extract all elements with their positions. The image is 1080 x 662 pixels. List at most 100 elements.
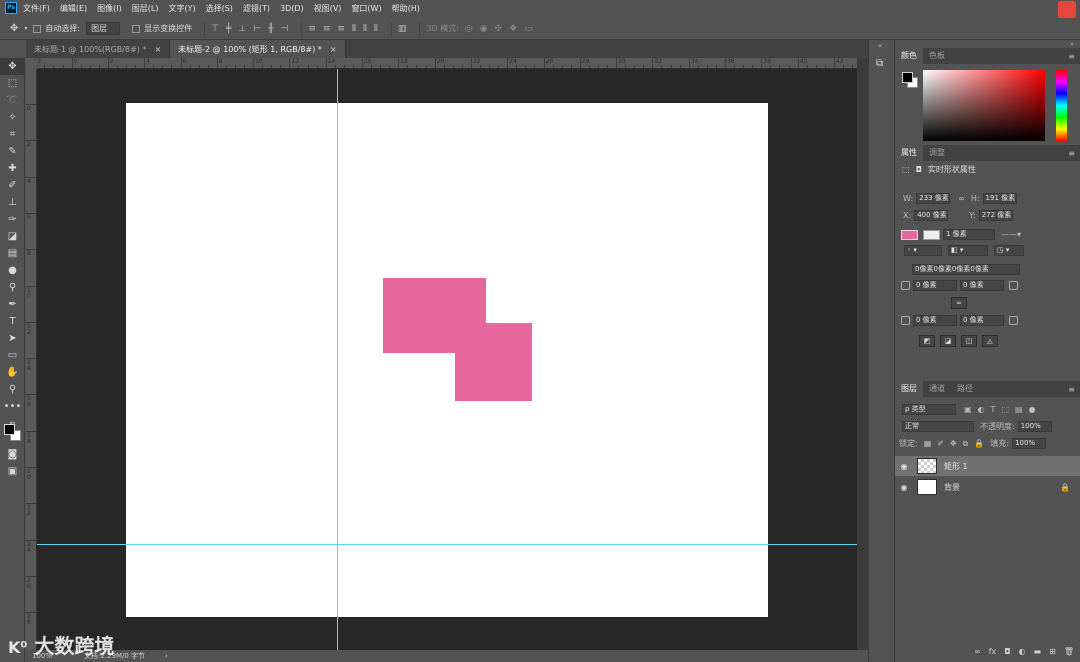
eyedropper-tool-icon[interactable]: ✎ [0,143,25,160]
new-layer-icon[interactable]: ⊞ [1049,647,1056,656]
panel-menu-icon[interactable]: ≡ [1068,52,1075,61]
height-field[interactable]: 191 像素 [982,193,1017,204]
transform-icon[interactable]: ⬚ [902,165,910,174]
more-tools-icon[interactable]: ••• [0,398,25,415]
stroke-corner-dropdown[interactable]: ◳ ▾ [994,245,1024,256]
combine-shapes-icon[interactable]: ◩ [919,335,935,347]
healing-brush-tool-icon[interactable]: ✚ [0,160,25,177]
scale-3d-icon[interactable]: ▭ [524,24,533,34]
auto-align-icon[interactable]: ▥ [398,24,407,34]
roll-3d-icon[interactable]: ◉ [480,24,488,34]
layer-item[interactable]: ◉ 背景 🔒 [895,477,1080,497]
tab-document-2[interactable]: 未标题-2 @ 100% (矩形 1, RGB/8#) * × [170,40,346,58]
horizontal-guide[interactable] [37,544,857,545]
mask-icon[interactable]: ◘ [916,165,922,174]
corner-bottom-right-field[interactable]: 0 像素 [960,315,1004,326]
vertical-scrollbar[interactable] [857,58,868,650]
y-field[interactable]: 272 像素 [978,210,1013,221]
filter-smart-object-icon[interactable]: ▤ [1015,405,1023,414]
dodge-tool-icon[interactable]: ⚲ [0,279,25,296]
menu-edit[interactable]: 编辑(E) [60,3,87,14]
eraser-tool-icon[interactable]: ◪ [0,228,25,245]
ruler-horizontal[interactable]: 2 0 2 4 6 8 10 12 14 16 18 20 22 24 26 28 30 32 34 36 38 40 42 [37,58,857,69]
delete-layer-icon[interactable]: 🗑 [1064,647,1074,656]
menu-view[interactable]: 视图(V) [314,3,342,14]
pen-tool-icon[interactable]: ✒ [0,296,25,313]
foreground-color-swatch[interactable] [4,424,15,435]
magic-wand-tool-icon[interactable]: ✧ [0,109,25,126]
pan-3d-icon[interactable]: ✣ [495,24,503,34]
distribute-vcenter-icon[interactable]: ≡ [323,24,331,34]
menu-window[interactable]: 窗口(W) [351,3,381,14]
opacity-field[interactable]: 100% [1017,421,1052,432]
lock-position-icon[interactable]: ✥ [950,439,957,448]
subtract-shapes-icon[interactable]: ◪ [940,335,956,347]
x-field[interactable]: 400 像素 [914,210,949,221]
orbit-3d-icon[interactable]: ◎ [465,24,473,34]
visibility-eye-icon[interactable]: ◉ [895,462,913,471]
distribute-hcenter-icon[interactable]: ⦀ [363,24,367,34]
pasteboard[interactable] [37,69,857,650]
chevron-down-icon[interactable]: ▾ [24,25,27,32]
foreground-color-swatch[interactable] [902,72,913,83]
tab-channels[interactable]: 通道 [923,381,951,397]
tab-swatches[interactable]: 色板 [923,48,951,64]
distribute-left-icon[interactable]: ⦀ [352,24,356,34]
rectangle-tool-icon[interactable]: ▭ [0,347,25,364]
move-tool-icon[interactable]: ✥ [10,23,18,34]
distribute-bottom-icon[interactable]: ≡ [337,24,345,34]
fill-field[interactable]: 100% [1012,438,1047,449]
zoom-tool-icon[interactable]: ⚲ [0,381,25,398]
link-icon[interactable]: ∞ [958,194,965,203]
exclude-shapes-icon[interactable]: ◬ [982,335,998,347]
stroke-align-dropdown[interactable]: ◦ ▾ [904,245,942,256]
layer-item[interactable]: ◉ 矩形 1 [895,456,1080,476]
align-vcenter-icon[interactable]: ╪ [226,24,231,34]
move-tool-icon[interactable]: ✥ [0,58,25,75]
history-panel-icon[interactable]: ⧉ [876,58,883,69]
marquee-tool-icon[interactable]: ⬚ [0,75,25,92]
layer-filter-dropdown[interactable]: ρ 类型 [902,404,956,415]
corner-top-left-field[interactable]: 0 像素 [913,280,957,291]
show-transform-checkbox[interactable] [132,24,141,33]
stroke-width-field[interactable]: 1 像素 [943,229,995,240]
vertical-guide[interactable] [337,69,338,650]
filter-type-icon[interactable]: T [991,405,996,414]
lock-artboard-icon[interactable]: ⧉ [963,439,969,449]
visibility-eye-icon[interactable]: ◉ [895,483,913,492]
filter-toggle-icon[interactable]: ● [1029,405,1036,414]
align-right-icon[interactable]: ⊣ [280,24,288,34]
intersect-shapes-icon[interactable]: ◫ [961,335,977,347]
auto-select-dropdown[interactable]: 图层 [86,22,121,35]
fill-color-swatch[interactable] [901,229,918,240]
distribute-right-icon[interactable]: ⦀ [374,24,378,34]
corner-top-right-field[interactable]: 0 像素 [960,280,1004,291]
align-left-icon[interactable]: ⊢ [253,24,261,34]
width-field[interactable]: 233 像素 [916,193,951,204]
corner-radius-all-field[interactable]: 0像素0像素0像素0像素 [912,264,1020,275]
adjustment-layer-icon[interactable]: ◐ [1019,647,1026,656]
link-layers-icon[interactable]: ∞ [974,647,981,656]
close-icon[interactable]: × [330,45,337,54]
stroke-color-swatch[interactable] [923,229,940,240]
path-selection-tool-icon[interactable]: ➤ [0,330,25,347]
quick-mask-icon[interactable]: ◙ [0,446,25,463]
type-tool-icon[interactable]: T [0,313,25,330]
filter-shape-icon[interactable]: ⬚ [1001,405,1009,414]
tab-paths[interactable]: 路径 [951,381,979,397]
menu-layer[interactable]: 图层(L) [132,3,159,14]
tab-adjustments[interactable]: 调整 [923,145,951,161]
menu-3d[interactable]: 3D(D) [280,4,304,13]
history-brush-tool-icon[interactable]: ✑ [0,211,25,228]
tab-color[interactable]: 颜色 [895,48,923,64]
menu-type[interactable]: 文字(Y) [168,3,195,14]
rectangle-shape[interactable] [455,323,532,401]
slide-3d-icon[interactable]: ❖ [509,24,517,34]
panel-menu-icon[interactable]: ≡ [1068,385,1075,394]
new-group-icon[interactable]: ▬ [1034,647,1042,656]
crop-tool-icon[interactable]: ⌗ [0,126,25,143]
clone-stamp-tool-icon[interactable]: ⊥ [0,194,25,211]
tab-properties[interactable]: 属性 [895,145,923,161]
lock-transparent-icon[interactable]: ▦ [924,439,932,448]
menu-image[interactable]: 图像(I) [97,3,122,14]
